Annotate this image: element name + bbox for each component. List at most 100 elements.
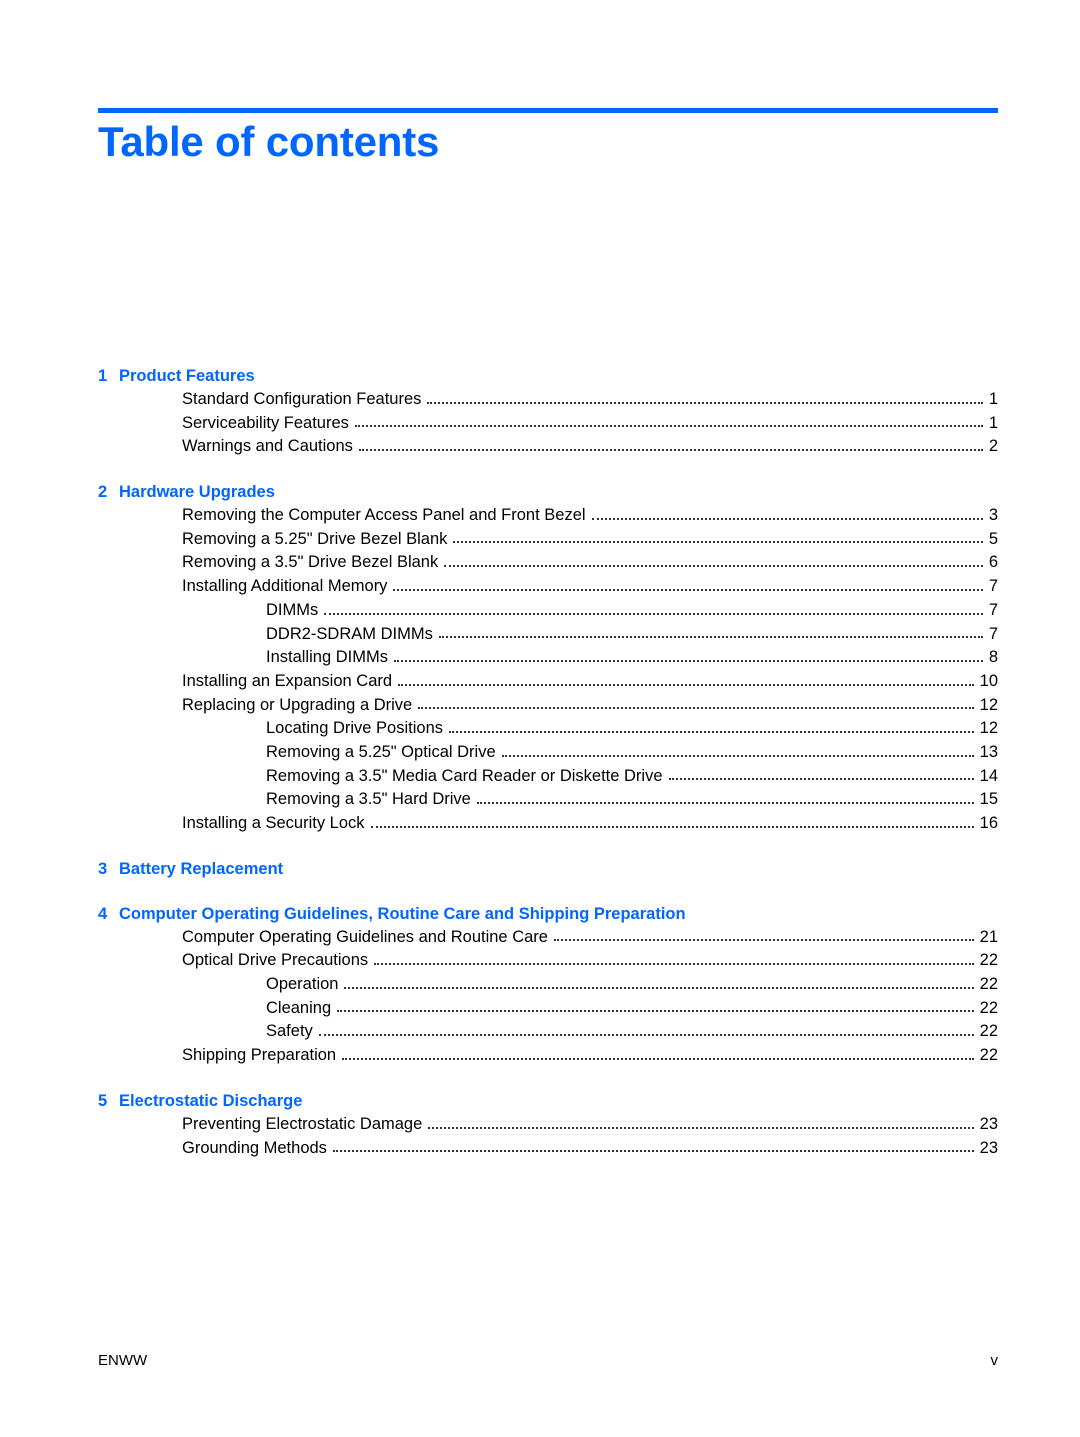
toc-entry[interactable]: Safety 22 (98, 1020, 998, 1044)
dot-leader (444, 565, 983, 568)
toc-entry[interactable]: Shipping Preparation 22 (98, 1044, 998, 1068)
toc-chapter: 1 Product Features Standard Configuration … (98, 364, 998, 459)
toc-entry[interactable]: Removing the Computer Access Panel and F… (98, 504, 998, 528)
entry-page-number: 7 (988, 600, 998, 619)
entry-page-number: 23 (979, 1114, 998, 1133)
toc-entry[interactable]: Removing a 5.25" Drive Bezel Blank 5 (98, 528, 998, 552)
toc-entry[interactable]: DIMMs 7 (98, 599, 998, 623)
entry-label: Installing an Expansion Card (182, 671, 393, 690)
entry-label: DIMMs (266, 600, 319, 619)
entry-label: Standard Configuration Features (182, 390, 422, 408)
entry-page-number: 22 (979, 1022, 998, 1041)
chapter-number: 4 (98, 904, 108, 923)
dot-leader (438, 636, 983, 639)
table-of-contents: 1 Product Features Standard Configuration … (98, 364, 998, 1160)
entry-page-number: 7 (988, 577, 998, 596)
dot-leader (428, 1126, 974, 1129)
entry-label: Operation (266, 975, 339, 994)
dot-leader (374, 963, 974, 966)
footer-page-number: v (990, 1352, 999, 1369)
toc-entry[interactable]: Installing a Security Lock 16 (98, 812, 998, 836)
toc-entry[interactable]: Optical Drive Precautions 22 (98, 949, 998, 973)
entry-page-number: 13 (979, 742, 998, 761)
dot-leader (449, 730, 974, 733)
entry-page-number: 22 (979, 1046, 998, 1065)
entry-label: Computer Operating Guidelines and Routin… (182, 927, 548, 946)
footer-locale: ENWW (98, 1352, 148, 1369)
toc-entry[interactable]: Removing a 3.5" Media Card Reader or Dis… (98, 765, 998, 789)
entry-page-number: 12 (979, 695, 998, 714)
toc-chapter: 3 Battery Replacement (98, 857, 998, 881)
chapter-link[interactable]: 4 Computer Operating Guidelines, Routine … (98, 902, 998, 926)
toc-entry[interactable]: Cleaning 22 (98, 997, 998, 1021)
toc-entry[interactable]: Grounding Methods 23 (98, 1137, 998, 1161)
toc-entry[interactable]: Installing Additional Memory 7 (98, 575, 998, 599)
toc-entry[interactable]: Locating Drive Positions 12 (98, 717, 998, 741)
entry-page-number: 12 (979, 719, 998, 738)
entry-label: Safety (266, 1022, 313, 1041)
toc-entry[interactable]: DDR2-SDRAM DIMMs 7 (98, 623, 998, 647)
chapter-link[interactable]: 5 Electrostatic Discharge (98, 1089, 998, 1113)
toc-entry[interactable]: Installing DIMMs 8 (98, 646, 998, 670)
entry-page-number: 15 (979, 790, 998, 809)
chapter-number: 1 (98, 367, 108, 385)
dot-leader (668, 778, 974, 781)
entry-page-number: 10 (979, 671, 998, 690)
dot-leader (324, 612, 983, 615)
entry-label: Removing a 5.25" Drive Bezel Blank (182, 529, 448, 548)
dot-leader (476, 802, 974, 804)
entry-page-number: 21 (979, 927, 998, 946)
toc-entry[interactable]: Preventing Electrostatic Damage 23 (98, 1113, 998, 1137)
toc-entry[interactable]: Operation 22 (98, 973, 998, 997)
entry-label: Cleaning (266, 998, 332, 1017)
toc-entry[interactable]: Warnings and Cautions 2 (98, 435, 998, 459)
toc-entry[interactable]: Standard Configuration Features 1 (98, 388, 998, 412)
entry-label: Locating Drive Positions (266, 719, 444, 738)
dot-leader (370, 825, 974, 828)
toc-entry[interactable]: Removing a 3.5" Hard Drive 15 (98, 788, 998, 812)
entry-label: Removing the Computer Access Panel and F… (182, 506, 586, 525)
entry-page-number: 14 (979, 766, 998, 785)
dot-leader (344, 986, 974, 989)
entry-label: DDR2-SDRAM DIMMs (266, 624, 433, 643)
entry-label: Installing DIMMs (266, 648, 388, 667)
entry-label: Serviceability Features (182, 413, 349, 432)
dot-leader (318, 1034, 974, 1037)
toc-entry[interactable]: Replacing or Upgrading a Drive 12 (98, 694, 998, 718)
entry-page-number: 22 (979, 951, 998, 970)
chapter-number: 3 (98, 859, 108, 878)
entry-page-number: 3 (988, 506, 998, 525)
toc-entry[interactable]: Removing a 5.25" Optical Drive 13 (98, 741, 998, 765)
toc-entry[interactable]: Removing a 3.5" Drive Bezel Blank 6 (98, 551, 998, 575)
dot-leader (591, 517, 983, 520)
page-title: Table of contents (98, 118, 440, 165)
toc-chapter: 5 Electrostatic Discharge Preventing Elect… (98, 1089, 998, 1160)
dot-leader (354, 425, 983, 428)
entry-page-number: 8 (988, 648, 998, 667)
toc-entry[interactable]: Serviceability Features 1 (98, 412, 998, 436)
chapter-title: Product Features (119, 367, 255, 385)
chapter-title: Computer Operating Guidelines, Routine C… (119, 904, 686, 923)
dot-leader (501, 754, 974, 757)
title-rule (98, 108, 998, 113)
chapter-number: 2 (98, 483, 108, 502)
dot-leader (332, 1150, 974, 1153)
entry-label: Replacing or Upgrading a Drive (182, 695, 413, 714)
dot-leader (427, 401, 983, 404)
dot-leader (342, 1057, 974, 1060)
entry-page-number: 16 (979, 814, 998, 832)
dot-leader (393, 588, 983, 591)
dot-leader (418, 707, 974, 710)
toc-entry[interactable]: Computer Operating Guidelines and Routin… (98, 926, 998, 950)
dot-leader (553, 939, 974, 942)
toc-chapter: 2 Hardware Upgrades Removing the Computer … (98, 480, 998, 836)
chapter-title: Battery Replacement (119, 859, 284, 878)
dot-leader (398, 683, 974, 686)
chapter-link[interactable]: 3 Battery Replacement (98, 857, 998, 881)
dot-leader (358, 449, 983, 452)
chapter-link[interactable]: 2 Hardware Upgrades (98, 480, 998, 504)
entry-page-number: 6 (988, 553, 998, 572)
entry-page-number: 22 (979, 975, 998, 994)
toc-entry[interactable]: Installing an Expansion Card 10 (98, 670, 998, 694)
chapter-link[interactable]: 1 Product Features (98, 364, 998, 388)
